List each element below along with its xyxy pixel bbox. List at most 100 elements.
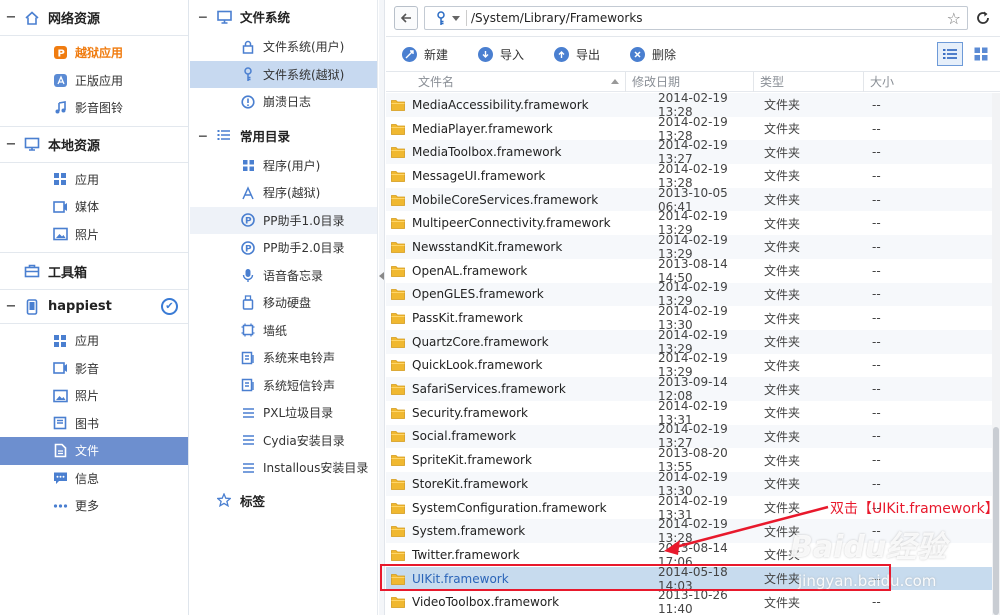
folder-icon (391, 241, 405, 253)
tree-item-installous-dir[interactable]: Installous安装目录 (190, 454, 377, 482)
tree-item-filesystem-jailbreak[interactable]: 文件系统(越狱) (190, 60, 377, 88)
nav-item-local-media[interactable]: 媒体 (0, 193, 188, 221)
collapse-icon[interactable]: − (0, 299, 22, 314)
tree-item-crash-log[interactable]: 崩溃日志 (190, 88, 377, 116)
current-path[interactable]: /System/Library/Frameworks (471, 11, 643, 25)
file-row[interactable]: OpenGLES.framework 2014-02-19 13:29 文件夹 -- (386, 280, 992, 308)
column-size[interactable]: 大小 (864, 72, 982, 92)
file-row[interactable]: Social.framework 2014-02-19 13:27 文件夹 -- (386, 422, 992, 450)
export-button[interactable]: 导出 (554, 46, 600, 63)
file-size: -- (872, 263, 881, 278)
file-row[interactable]: PassKit.framework 2014-02-19 13:30 文件夹 -- (386, 304, 992, 332)
column-name[interactable]: 文件名 (386, 71, 626, 92)
tree-item-wallpaper[interactable]: 墙纸 (190, 317, 377, 345)
tree-item-pp1-dir[interactable]: P PP助手1.0目录 (190, 206, 377, 234)
tree-item-apps-user[interactable]: 程序(用户) (190, 152, 377, 180)
nav-item-jailbreak-apps[interactable]: P 越狱应用 (0, 39, 188, 67)
collapse-icon[interactable]: − (190, 128, 216, 143)
nav-item-local-photos[interactable]: 照片 (0, 221, 188, 249)
nav-item-local-apps[interactable]: 应用 (0, 166, 188, 194)
section-network-resources[interactable]: − 网络资源 (0, 0, 188, 36)
nav-item-device-video[interactable]: 影音 (0, 355, 188, 383)
tree-item-pp2-dir[interactable]: P PP助手2.0目录 (190, 234, 377, 262)
column-date[interactable]: 修改日期 (626, 71, 754, 92)
file-row[interactable]: OpenAL.framework 2013-08-14 14:50 文件夹 -- (386, 257, 992, 285)
file-row[interactable]: MediaPlayer.framework 2014-02-19 13:28 文件夹… (386, 115, 992, 143)
file-name: VideoToolbox.framework (412, 595, 560, 610)
tree-item-call-ringtones[interactable]: 系统来电铃声 (190, 344, 377, 372)
file-size: -- (872, 216, 881, 231)
file-row[interactable]: SafariServices.framework 2013-09-14 12:08… (386, 375, 992, 403)
section-label: 工具箱 (48, 265, 88, 281)
lock-icon (240, 39, 256, 55)
tree-item-label: 系统来电铃声 (263, 351, 336, 366)
vertical-scrollbar[interactable] (992, 93, 1000, 615)
left-navigation: − 网络资源 P 越狱应用 正版应用 影音图铃 − 本地资源 应用 媒体 照片 … (0, 0, 189, 615)
file-name: Twitter.framework (412, 547, 520, 562)
svg-text:P: P (245, 244, 252, 254)
tree-head-bookmarks[interactable]: 标签 (190, 484, 377, 517)
tree-head-common[interactable]: − 常用目录 (190, 119, 377, 152)
new-button[interactable]: 新建 (402, 46, 448, 63)
tree-item-sms-ringtones[interactable]: 系统短信铃声 (190, 372, 377, 400)
collapse-icon[interactable]: − (0, 10, 22, 25)
file-row[interactable]: QuickLook.framework 2014-02-19 13:29 文件夹 -- (386, 351, 992, 379)
nav-item-device-photos[interactable]: 照片 (0, 382, 188, 410)
file-row[interactable]: Security.framework 2014-02-19 13:31 文件夹 -- (386, 399, 992, 427)
panel-splitter[interactable] (379, 0, 385, 615)
file-row[interactable]: MediaAccessibility.framework 2014-02-19 1… (386, 93, 992, 119)
tree-item-apps-jailbreak[interactable]: 程序(越狱) (190, 179, 377, 207)
tree-item-cydia-dir[interactable]: Cydia安装目录 (190, 427, 377, 455)
chevron-down-icon[interactable] (452, 15, 460, 21)
tree-item-pxl-dir[interactable]: PXL垃圾目录 (190, 399, 377, 427)
new-icon (402, 46, 417, 62)
column-header: 文件名 修改日期 类型 大小 (386, 71, 1000, 92)
bookmark-star-icon[interactable]: ☆ (947, 9, 961, 28)
delete-button[interactable]: 删除 (630, 46, 676, 63)
file-type: 文件夹 (764, 453, 801, 468)
folder-icon (391, 265, 405, 277)
section-local-resources[interactable]: − 本地资源 (0, 127, 188, 163)
file-row[interactable]: MobileCoreServices.framework 2013-10-05 0… (386, 186, 992, 214)
tree-item-voice-memos[interactable]: 语音备忘录 (190, 262, 377, 290)
tree-head-label: 文件系统 (240, 10, 291, 25)
file-row[interactable]: MessageUI.framework 2014-02-19 13:28 文件夹 -- (386, 162, 992, 190)
nav-item-device-messages[interactable]: 信息 (0, 465, 188, 493)
refresh-button[interactable] (972, 6, 994, 30)
file-size: -- (872, 311, 881, 326)
list-icon (240, 432, 256, 448)
import-button[interactable]: 导入 (478, 46, 524, 63)
nav-item-device-files[interactable]: 文件 (0, 437, 188, 465)
collapse-icon[interactable]: − (190, 9, 216, 24)
file-row[interactable]: StoreKit.framework 2014-02-19 13:30 文件夹 -- (386, 470, 992, 498)
scrollbar-thumb[interactable] (993, 427, 999, 615)
tree-head-filesystem[interactable]: − 文件系统 (190, 0, 377, 33)
nav-item-device-books[interactable]: 图书 (0, 410, 188, 438)
file-row[interactable]: MultipeerConnectivity.framework 2014-02-1… (386, 209, 992, 237)
tree-item-filesystem-user[interactable]: 文件系统(用户) (190, 33, 377, 61)
nav-item-media-ringtones[interactable]: 影音图铃 (0, 94, 188, 122)
grid-view-button[interactable] (968, 42, 994, 66)
file-row[interactable]: NewsstandKit.framework 2014-02-19 13:29 文件… (386, 233, 992, 261)
path-field[interactable]: /System/Library/Frameworks ☆ (424, 6, 968, 30)
list-view-button[interactable] (937, 42, 963, 66)
file-row[interactable]: VideoToolbox.framework 2013-10-26 11:40 文件… (386, 588, 992, 615)
section-toolbox[interactable]: 工具箱 (0, 253, 188, 290)
file-row[interactable]: MediaToolbox.framework 2014-02-19 13:27 文件… (386, 138, 992, 166)
nav-item-device-apps[interactable]: 应用 (0, 327, 188, 355)
tree-item-usb-drive[interactable]: 移动硬盘 (190, 289, 377, 317)
file-row[interactable]: QuartzCore.framework 2014-02-19 13:29 文件夹 -… (386, 328, 992, 356)
file-type: 文件夹 (764, 98, 801, 113)
collapse-arrow-icon[interactable] (379, 272, 384, 280)
file-name: Security.framework (412, 405, 529, 420)
nav-item-device-more[interactable]: 更多 (0, 492, 188, 520)
column-type[interactable]: 类型 (754, 71, 864, 92)
file-row[interactable]: SpriteKit.framework 2013-08-20 13:55 文件夹 -- (386, 446, 992, 474)
folder-icon (391, 170, 405, 182)
section-device-happiest[interactable]: − happiest ✔ (0, 290, 188, 324)
nav-item-genuine-apps[interactable]: 正版应用 (0, 67, 188, 95)
collapse-icon[interactable]: − (0, 137, 22, 152)
file-type: 文件夹 (764, 122, 801, 137)
back-button[interactable] (394, 6, 418, 30)
directory-tree: − 文件系统 文件系统(用户) 文件系统(越狱) 崩溃日志 − 常用目录 程序(… (190, 0, 378, 615)
